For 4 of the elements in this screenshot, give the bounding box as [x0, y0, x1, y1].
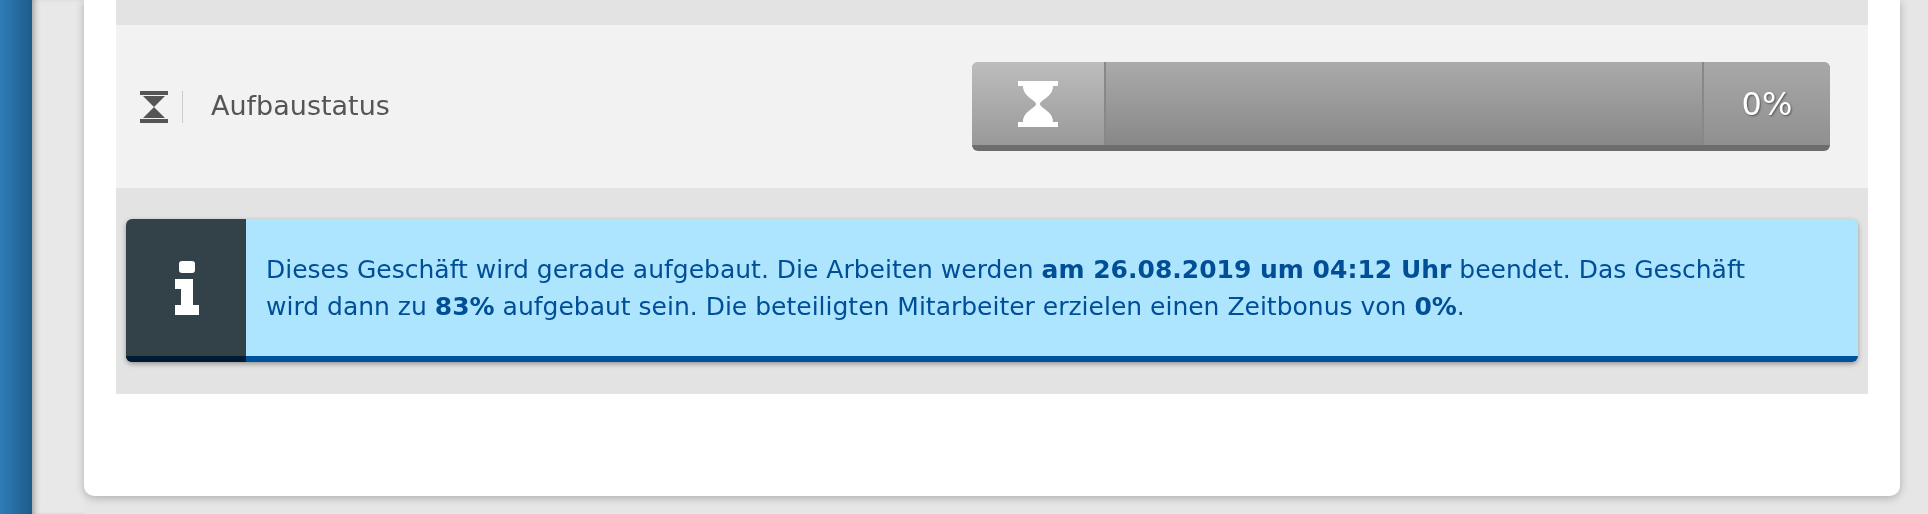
- info-message: Dieses Geschäft wird gerade aufgebaut. Die Arbeiten werden am 26.08.2019 um 04:12 Uhr beendet. Das Geschäft wird dann zu 83% aufgebaut sein. Die beteiligten Mitarbeiter erzielen einen Zeitbonus von 0%.: [266, 253, 1747, 323]
- hourglass-icon: [140, 90, 168, 123]
- status-label: Aufbaustatus: [211, 89, 390, 124]
- info-icon: [173, 260, 199, 315]
